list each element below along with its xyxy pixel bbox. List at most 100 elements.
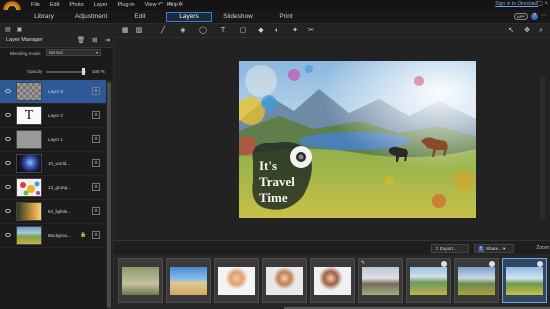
tab-slideshow[interactable]: Slideshow (221, 12, 255, 22)
film-frame[interactable] (310, 258, 355, 303)
travel-headline[interactable]: It's Travel Time (259, 158, 295, 206)
layer-name: Layer 1 (48, 137, 64, 142)
scrollbar-thumb[interactable] (107, 82, 111, 308)
eye-icon[interactable] (5, 209, 11, 213)
canvas-scrollbar[interactable] (540, 78, 545, 218)
blending-mode-label: Blending mode: (10, 51, 42, 56)
clone-icon[interactable]: ◐ (272, 26, 282, 36)
layer-settings-icon[interactable]: ⚙ (92, 207, 100, 215)
film-frame[interactable] (214, 258, 259, 303)
menu-layer[interactable]: Layer (89, 1, 113, 9)
panel-title: Layer Manager (6, 37, 43, 43)
shape-icon[interactable]: ▢ (238, 26, 248, 36)
insert-image-icon[interactable]: ▨ (134, 26, 144, 36)
film-frame[interactable] (406, 258, 451, 303)
layer-row[interactable]: Layer 8 ⚙ (0, 80, 106, 104)
travel-time-thumbnail (506, 267, 543, 295)
window-controls[interactable]: – ▢ × (532, 0, 548, 7)
menu-file[interactable]: File (26, 1, 45, 9)
eye-icon[interactable] (5, 233, 11, 237)
export-label: Export... (440, 246, 457, 251)
editing-toolbar: ▦ ▨ ╱ ◈ ◯ T ▢ ◆ ◐ ✦ ✂ ↖ ✥ ⌕ (114, 24, 550, 38)
share-label: Share... (486, 246, 502, 251)
save-icon[interactable]: ▤ (5, 26, 11, 33)
text-tool-icon[interactable]: T (218, 26, 228, 36)
layer-settings-icon[interactable]: ⚙ (92, 159, 100, 167)
layer-list-scrollbar[interactable] (106, 80, 113, 309)
menu-photo[interactable]: Photo (64, 1, 88, 9)
tab-adjustment[interactable]: Adjustment (72, 12, 110, 22)
tab-edit[interactable]: Edit (128, 12, 152, 22)
mode-bar: Library Adjustment Edit Layers Slideshow… (0, 10, 550, 24)
undo-icon[interactable]: ↶ (158, 1, 163, 8)
more-icon[interactable]: ⋯ (541, 12, 547, 19)
layer-row[interactable]: Layer 1 ⚙ (0, 128, 106, 152)
tab-print[interactable]: Print (276, 12, 296, 22)
zoom-label[interactable]: Zoom (536, 245, 549, 251)
menu-plugin[interactable]: Plug-in (113, 1, 140, 9)
layer-settings-icon[interactable]: ⚙ (92, 183, 100, 191)
layer-manager-panel: ▤ ▣ Layer Manager 🗑 ⊞ ⇥ Blending mode: N… (0, 24, 114, 309)
film-frame[interactable]: ✎ (358, 258, 403, 303)
film-frame[interactable] (118, 258, 163, 303)
layer-row[interactable]: 13_grung... ⚙ (0, 176, 106, 200)
opacity-value: 100 % (92, 69, 105, 74)
help-button[interactable]: ? (531, 13, 538, 20)
film-frame[interactable] (166, 258, 211, 303)
eye-icon[interactable] (5, 185, 11, 189)
landscape-thumbnail (458, 267, 495, 295)
export-button[interactable]: ⇪ Export... (431, 244, 469, 253)
layer-row[interactable]: Backgrou... 🔒 ⚙ (0, 224, 106, 248)
opacity-slider-track[interactable] (46, 71, 86, 73)
brush-icon[interactable]: ╱ (158, 26, 168, 36)
layer-settings-icon[interactable]: ⚙ (92, 111, 100, 119)
quick-actions: ↶ ↷ ✲ (158, 1, 183, 8)
eye-icon[interactable] (5, 137, 11, 141)
export-layer-icon[interactable]: ⇥ (105, 36, 110, 44)
eye-icon[interactable] (5, 113, 11, 117)
layer-settings-icon[interactable]: ⚙ (92, 87, 100, 95)
blending-mode-select[interactable]: Normal ▾ (46, 49, 101, 56)
film-frame[interactable] (262, 258, 307, 303)
layer-name: 10_world... (48, 161, 71, 166)
opacity-label: Opacity (27, 69, 43, 74)
app-button[interactable]: APP (514, 13, 528, 20)
zoom-tool-icon[interactable]: ⌕ (536, 26, 546, 36)
eye-icon[interactable] (5, 161, 11, 165)
ellipse-icon[interactable]: ◯ (198, 26, 208, 36)
blending-mode-value: Normal (49, 50, 63, 55)
pointer-icon[interactable]: ↖ (506, 26, 516, 36)
filmstrip: ✎ (114, 254, 550, 309)
add-layer-icon[interactable]: ⊞ (92, 36, 97, 44)
hand-icon[interactable]: ✥ (522, 26, 532, 36)
layer-manager-header: Layer Manager 🗑 ⊞ ⇥ (0, 34, 114, 48)
layer-name: Backgrou... (48, 233, 71, 238)
opacity-slider-handle[interactable] (82, 68, 85, 75)
transform-icon[interactable]: ✂ (306, 26, 316, 36)
share-button[interactable]: f Share... ▾ (474, 244, 514, 253)
film-frame[interactable] (454, 258, 499, 303)
menu-edit[interactable]: Edit (45, 1, 64, 9)
layer-row[interactable]: 10_world... ⚙ (0, 152, 106, 176)
travel-image[interactable]: It's Travel Time (239, 61, 476, 218)
fill-icon[interactable]: ◆ (256, 26, 266, 36)
layer-row[interactable]: 84_lightle... ⚙ (0, 200, 106, 224)
layer-thumbnail (16, 178, 42, 197)
tab-layers[interactable]: Layers (166, 12, 212, 22)
fx-icon[interactable]: ✦ (290, 26, 300, 36)
film-frame-selected[interactable] (502, 258, 547, 303)
settings-icon[interactable]: ✲ (178, 1, 183, 8)
layer-row[interactable]: T Layer 2 ⚙ (0, 104, 106, 128)
new-layer-icon[interactable]: ▦ (120, 26, 130, 36)
eraser-icon[interactable]: ◈ (178, 26, 188, 36)
image-icon[interactable]: ▣ (17, 26, 23, 33)
layer-settings-icon[interactable]: ⚙ (92, 135, 100, 143)
layer-name: 13_grung... (48, 185, 71, 190)
tab-library[interactable]: Library (30, 12, 58, 22)
lock-icon[interactable]: 🔒 (80, 232, 86, 238)
redo-icon[interactable]: ↷ (168, 1, 173, 8)
chevron-down-icon: ▾ (95, 50, 98, 55)
delete-icon[interactable]: 🗑 (77, 36, 85, 44)
layer-settings-icon[interactable]: ⚙ (92, 231, 100, 239)
eye-icon[interactable] (5, 89, 11, 93)
